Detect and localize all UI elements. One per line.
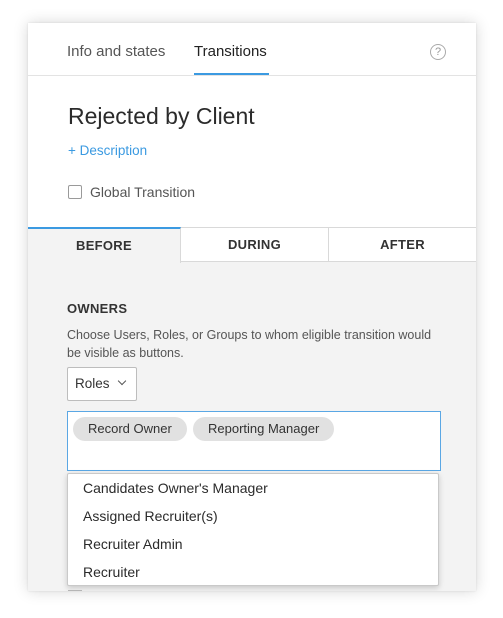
- tab-after[interactable]: AFTER: [329, 228, 476, 262]
- owner-type-value: Roles: [75, 376, 110, 391]
- owners-heading: OWNERS: [67, 301, 128, 316]
- tag-reporting-manager[interactable]: Reporting Manager: [193, 417, 335, 441]
- top-tab-bar: Info and states Transitions ?: [28, 23, 476, 76]
- global-transition-label: Global Transition: [90, 184, 196, 200]
- phase-section: BEFORE DURING AFTER OWNERS Choose Users,…: [28, 227, 476, 591]
- global-transition-checkbox[interactable]: [68, 185, 82, 199]
- roles-dropdown: Candidates Owner's Manager Assigned Recr…: [67, 473, 439, 586]
- active-tab-indicator: [194, 73, 269, 75]
- partially-hidden-checkbox[interactable]: [68, 590, 82, 591]
- tab-during[interactable]: DURING: [181, 228, 329, 262]
- dropdown-item[interactable]: Assigned Recruiter(s): [83, 508, 218, 524]
- tab-transitions[interactable]: Transitions: [194, 43, 267, 60]
- tab-before[interactable]: BEFORE: [28, 227, 181, 263]
- owner-type-select[interactable]: Roles: [67, 367, 137, 401]
- dropdown-item[interactable]: Recruiter Admin: [83, 536, 183, 552]
- help-circle-icon[interactable]: ?: [430, 44, 446, 60]
- dropdown-item[interactable]: Recruiter: [83, 564, 140, 580]
- transition-title: Rejected by Client: [68, 103, 255, 129]
- tag-record-owner[interactable]: Record Owner: [73, 417, 187, 441]
- chevron-down-icon: [117, 376, 127, 386]
- owners-help-text: Choose Users, Roles, or Groups to whom e…: [67, 328, 432, 360]
- transition-panel: Info and states Transitions ? Rejected b…: [28, 23, 476, 591]
- phase-tab-bar: BEFORE DURING AFTER: [28, 227, 476, 263]
- dropdown-item[interactable]: Candidates Owner's Manager: [83, 480, 268, 496]
- owners-tag-input[interactable]: Record Owner Reporting Manager: [67, 411, 441, 471]
- add-description-link[interactable]: + Description: [68, 143, 147, 158]
- tab-info-and-states[interactable]: Info and states: [67, 43, 165, 60]
